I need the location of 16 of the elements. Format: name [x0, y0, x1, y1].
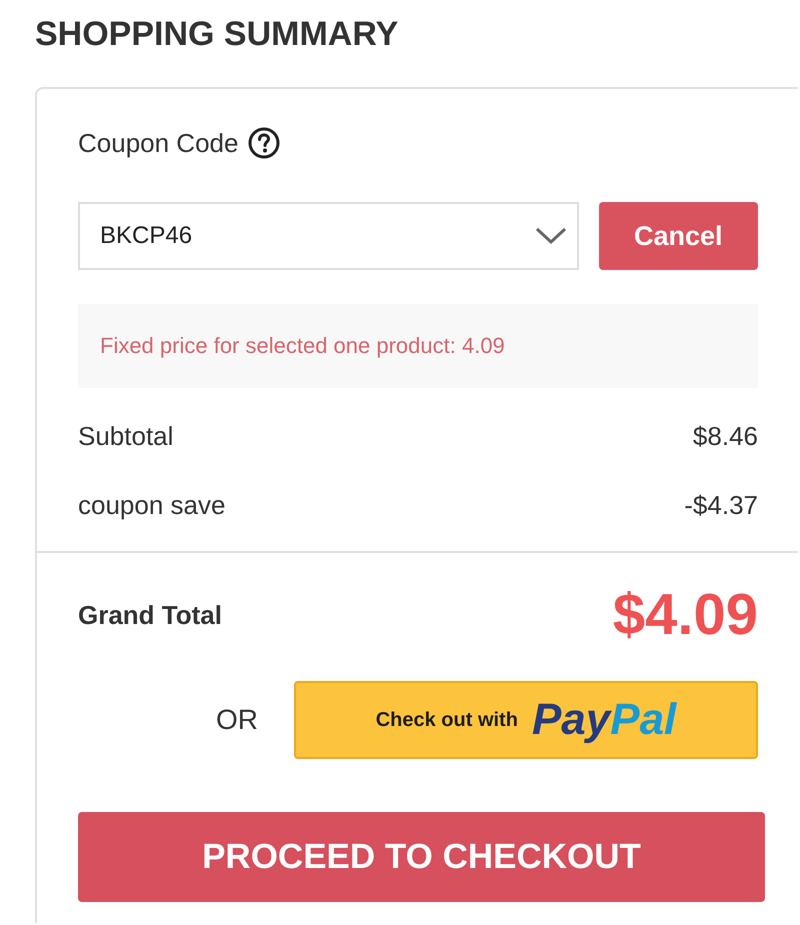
page-title: SHOPPING SUMMARY — [35, 14, 398, 55]
help-icon — [248, 127, 280, 159]
grand-total-label: Grand Total — [78, 599, 222, 632]
grand-total-amount: $4.09 — [612, 581, 758, 649]
summary-value: -$4.37 — [684, 489, 758, 522]
paypal-checkout-button[interactable]: Check out with PayPal — [294, 681, 758, 759]
cancel-button[interactable]: Cancel — [598, 202, 758, 270]
coupon-code-label: Coupon Code — [78, 127, 238, 160]
proceed-to-checkout-button[interactable]: PROCEED TO CHECKOUT — [78, 812, 765, 902]
chevron-down-icon — [534, 227, 567, 245]
summary-label: coupon save — [78, 489, 226, 522]
coupon-select[interactable]: BKCP46 — [78, 202, 579, 270]
or-separator: OR — [216, 703, 258, 737]
summary-label: Subtotal — [78, 420, 174, 453]
summary-value: $8.46 — [692, 420, 758, 453]
coupon-message: Fixed price for selected one product: 4.09 — [78, 304, 758, 388]
